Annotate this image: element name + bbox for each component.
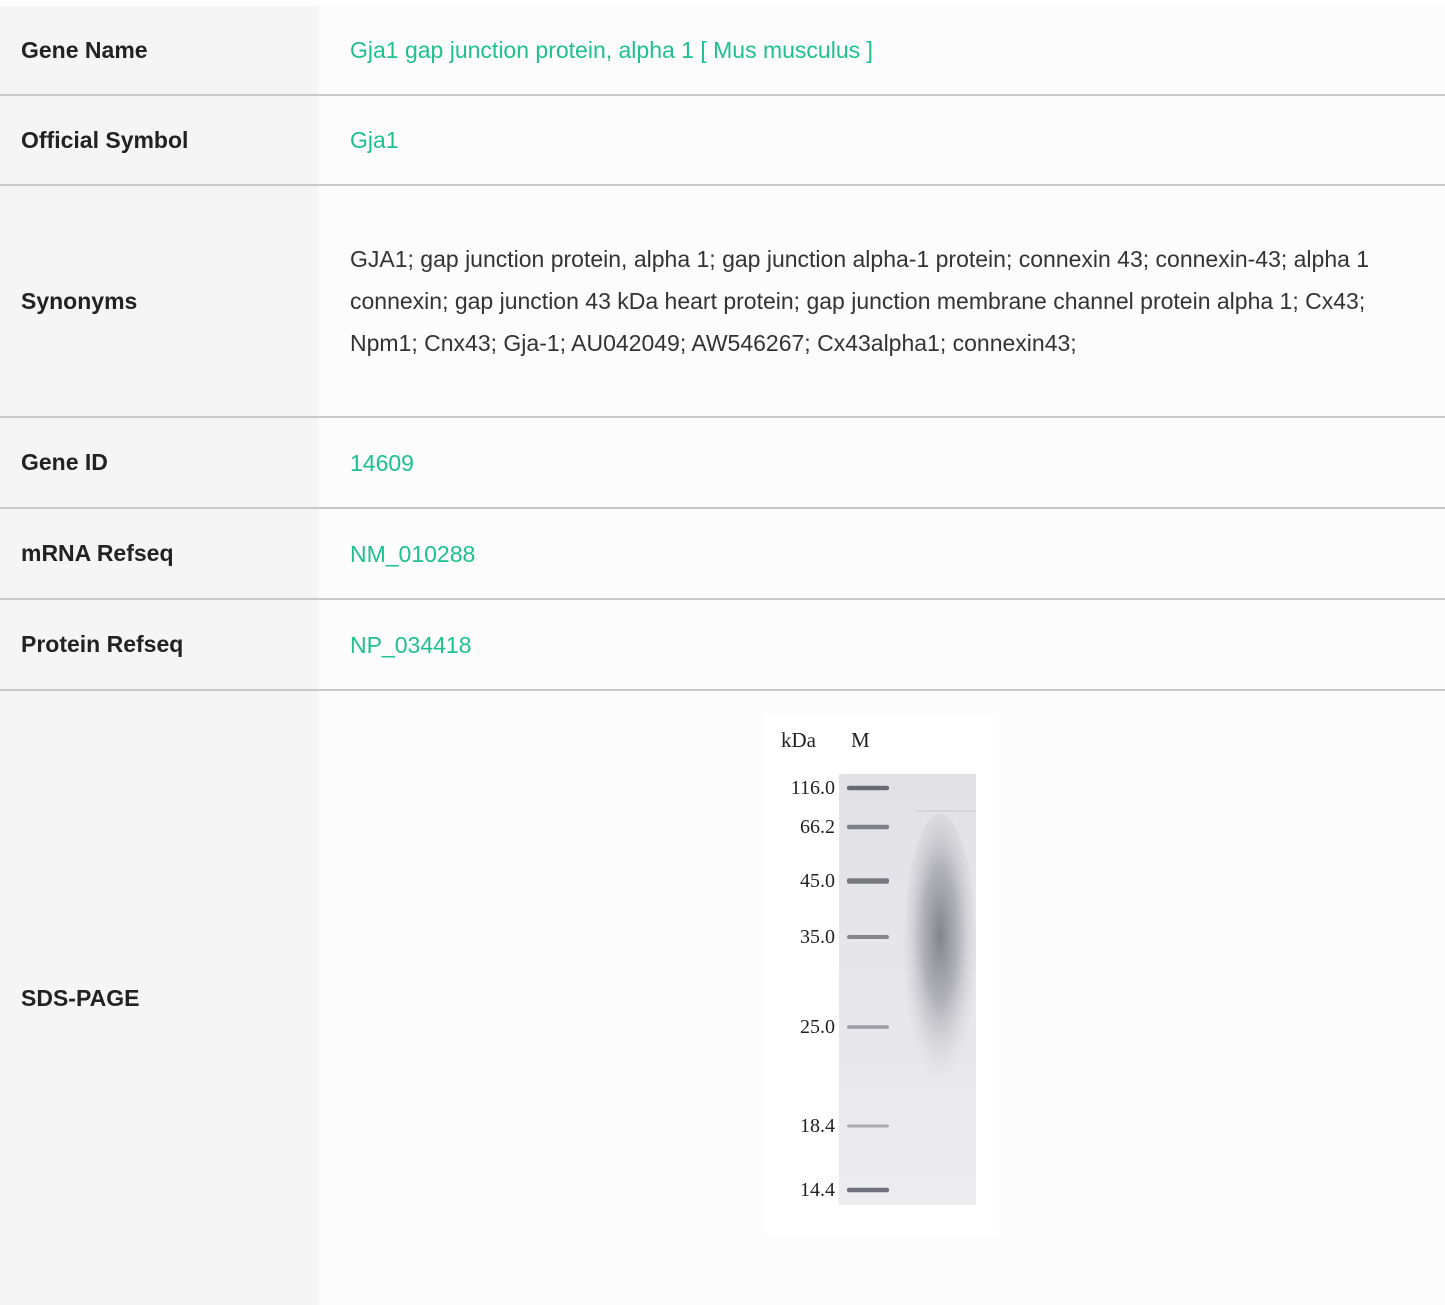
row-sds-page: SDS-PAGE kDa M 116.0 66.2 45.0 35.0 25.0… [0,691,1445,1305]
mrna-refseq-cell: NM_010288 [319,509,1445,598]
official-symbol-cell: Gja1 [319,96,1445,184]
synonyms-label: Synonyms [0,186,319,416]
marker-label: 66.2 [800,816,835,838]
gel-svg: kDa M 116.0 66.2 45.0 35.0 25.0 18.4 14.4 [781,728,976,1205]
gene-name-link[interactable]: Gja1 gap junction protein, alpha 1 [ Mus… [350,29,873,71]
mrna-refseq-label: mRNA Refseq [0,509,319,598]
gene-id-label: Gene ID [0,418,319,507]
gel-unit-label: kDa [781,728,817,752]
row-gene-id: Gene ID 14609 [0,418,1445,509]
row-gene-name: Gene Name Gja1 gap junction protein, alp… [0,6,1445,96]
official-symbol-label: Official Symbol [0,96,319,184]
synonyms-text: GJA1; gap junction protein, alpha 1; gap… [350,246,1370,356]
protein-refseq-label: Protein Refseq [0,600,319,689]
sample-smear [904,814,976,1084]
marker-band [847,824,889,830]
marker-label: 14.4 [800,1179,835,1201]
gene-name-cell: Gja1 gap junction protein, alpha 1 [ Mus… [319,6,1445,94]
mrna-refseq-link[interactable]: NM_010288 [350,533,475,575]
marker-label: 116.0 [791,777,835,799]
gene-name-label: Gene Name [0,6,319,94]
marker-label: 18.4 [800,1115,835,1137]
protein-refseq-link[interactable]: NP_034418 [350,624,472,666]
marker-band [847,785,889,791]
synonyms-cell: GJA1; gap junction protein, alpha 1; gap… [319,186,1445,416]
sds-page-cell: kDa M 116.0 66.2 45.0 35.0 25.0 18.4 14.4 [319,691,1445,1305]
marker-band [847,1124,889,1128]
row-protein-refseq: Protein Refseq NP_034418 [0,600,1445,691]
protein-refseq-cell: NP_034418 [319,600,1445,689]
sds-page-gel-image: kDa M 116.0 66.2 45.0 35.0 25.0 18.4 14.4 [765,714,999,1235]
marker-band [847,1187,889,1193]
marker-band [847,935,889,939]
row-mrna-refseq: mRNA Refseq NM_010288 [0,509,1445,600]
row-synonyms: Synonyms GJA1; gap junction protein, alp… [0,186,1445,418]
product-info-table: Gene Name Gja1 gap junction protein, alp… [0,6,1445,1305]
official-symbol-link[interactable]: Gja1 [350,119,399,161]
marker-band [847,1025,889,1029]
sds-page-label: SDS-PAGE [0,691,319,1305]
marker-label: 25.0 [800,1016,835,1038]
marker-band [847,878,889,884]
row-official-symbol: Official Symbol Gja1 [0,96,1445,186]
gene-id-link[interactable]: 14609 [350,442,414,484]
marker-label: 35.0 [800,926,835,948]
gel-lane-label: M [851,728,870,752]
marker-label: 45.0 [800,870,835,892]
gene-id-cell: 14609 [319,418,1445,507]
